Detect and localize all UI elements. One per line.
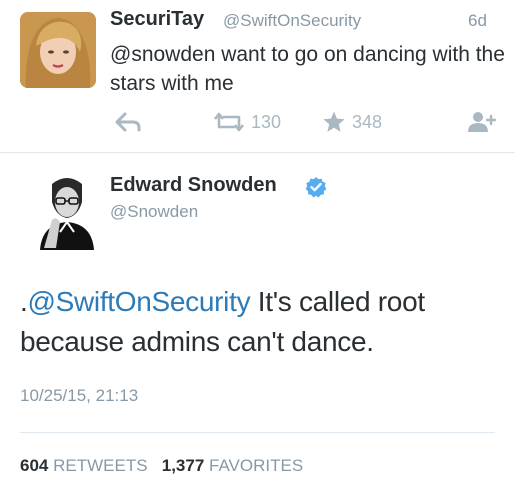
avatar-portrait-image	[20, 12, 96, 88]
author-name[interactable]: Edward Snowden	[110, 174, 277, 197]
reply-button[interactable]	[115, 108, 141, 136]
favorite-count: 348	[352, 111, 383, 132]
reply-icon	[115, 112, 141, 132]
favorite-button[interactable]: 348	[322, 108, 382, 136]
favorites-count[interactable]: 1,377	[162, 456, 205, 475]
verified-badge-icon	[305, 177, 327, 198]
follow-button[interactable]	[467, 108, 497, 136]
retweet-button[interactable]: 130	[213, 108, 281, 136]
tweet-timestamp[interactable]: 6d	[468, 11, 487, 31]
author-handle[interactable]: @SwiftOnSecurity	[223, 11, 361, 31]
retweets-count[interactable]: 604	[20, 456, 48, 475]
avatar-portrait-image	[38, 172, 96, 250]
tweet-text: @snowden want to go on dancing with the …	[110, 43, 505, 95]
tweet-datetime[interactable]: 10/25/15, 21:13	[20, 386, 138, 406]
avatar-snowden[interactable]	[38, 172, 96, 250]
retweet-icon	[213, 112, 245, 132]
tweet-divider	[0, 152, 515, 153]
reply-tweet[interactable]: SecuriTay @SwiftOnSecurity 6d @snowden w…	[0, 0, 515, 152]
follow-user-icon	[468, 112, 497, 132]
favorites-label[interactable]: FAVORITES	[209, 456, 303, 475]
tweet-stats: 604 RETWEETS 1,377 FAVORITES	[20, 456, 303, 476]
mention-link[interactable]: @SwiftOnSecurity	[27, 286, 250, 317]
author-name[interactable]: SecuriTay	[110, 8, 204, 31]
retweets-label[interactable]: RETWEETS	[53, 456, 147, 475]
retweet-count: 130	[251, 111, 282, 132]
tweet-text: .@SwiftOnSecurity It's called root becau…	[20, 282, 500, 362]
stats-divider	[20, 432, 495, 433]
avatar-securitay[interactable]	[20, 12, 96, 88]
star-icon	[323, 111, 345, 132]
author-handle[interactable]: @Snowden	[110, 202, 198, 222]
